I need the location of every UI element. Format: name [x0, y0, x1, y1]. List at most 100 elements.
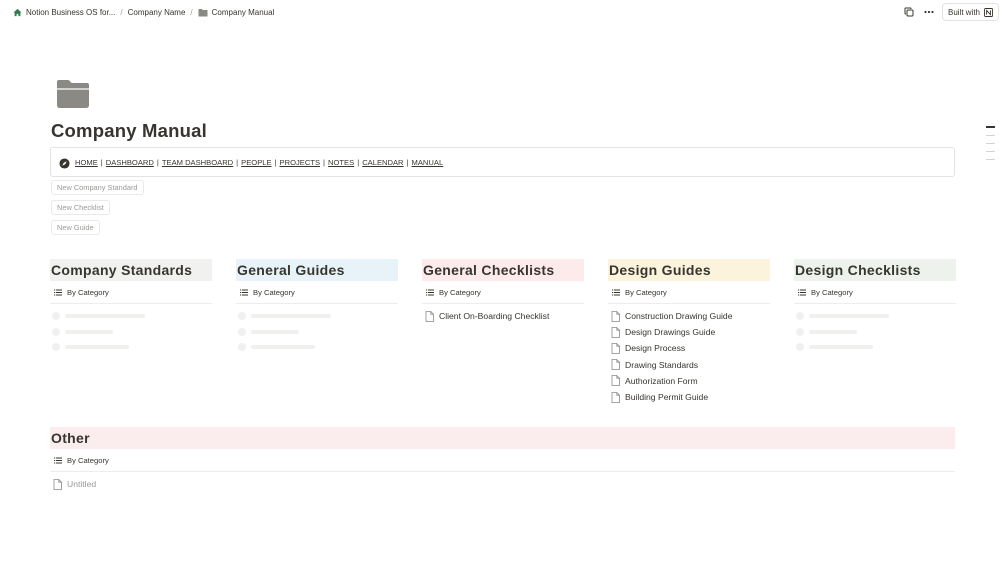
- placeholder-bar: [251, 329, 299, 334]
- nav-link-notes[interactable]: NOTES: [328, 158, 354, 167]
- built-with-notion-button[interactable]: Built with: [941, 3, 999, 21]
- database-company-standards: Company Standards By Category: [50, 259, 212, 355]
- loading-placeholder: [236, 324, 398, 340]
- document-icon: [611, 326, 620, 338]
- more-options-button[interactable]: [922, 5, 936, 19]
- nav-link-projects[interactable]: PROJECTS: [280, 158, 321, 167]
- placeholder-bar: [251, 345, 315, 350]
- view-tab-by-category[interactable]: By Category: [50, 282, 212, 304]
- database-title[interactable]: Design Guides: [608, 259, 770, 281]
- database-general-checklists: General Checklists By Category Client On-B…: [422, 259, 584, 324]
- list-item[interactable]: Building Permit Guide: [608, 389, 770, 405]
- list-view-icon: [798, 289, 806, 296]
- section-heading: Other: [50, 427, 955, 449]
- placeholder-dot: [238, 327, 246, 336]
- nav-separator: |: [357, 157, 360, 167]
- notion-logo-icon: [984, 7, 993, 17]
- list-item[interactable]: Untitled: [50, 476, 955, 492]
- breadcrumb-item-company-name[interactable]: Company Name: [125, 6, 189, 19]
- list-item[interactable]: Design Drawings Guide: [608, 324, 770, 340]
- view-tab-by-category[interactable]: By Category: [794, 282, 956, 304]
- top-bar: Notion Business OS for... / Company Name…: [0, 0, 1005, 24]
- toc-item[interactable]: [986, 134, 995, 136]
- list-item[interactable]: Client On-Boarding Checklist: [422, 308, 584, 324]
- list-view-icon: [54, 289, 62, 296]
- loading-placeholder: [794, 308, 956, 324]
- database-title[interactable]: Design Checklists: [794, 259, 956, 281]
- new-company-standard-button[interactable]: New Company Standard: [51, 180, 144, 195]
- folder-icon: [57, 80, 89, 108]
- more-horizontal-icon: [924, 10, 934, 14]
- breadcrumb: Notion Business OS for... / Company Name…: [0, 6, 277, 19]
- list-view-icon: [426, 289, 434, 296]
- view-tab-by-category[interactable]: By Category: [608, 282, 770, 304]
- list-item[interactable]: Construction Drawing Guide: [608, 308, 770, 324]
- table-of-contents: [986, 126, 996, 167]
- nav-link-home[interactable]: HOME: [75, 158, 98, 167]
- breadcrumb-item-company-manual[interactable]: Company Manual: [195, 6, 278, 19]
- list-view-icon: [54, 457, 62, 464]
- list-item[interactable]: Authorization Form: [608, 373, 770, 389]
- database-title[interactable]: General Guides: [236, 259, 398, 281]
- list-item-label: Untitled: [67, 479, 97, 490]
- placeholder-bar: [65, 313, 145, 318]
- toc-item[interactable]: [986, 158, 995, 160]
- placeholder-bar: [251, 313, 331, 318]
- nav-link-manual[interactable]: MANUAL: [412, 158, 444, 167]
- list-item[interactable]: Drawing Standards: [608, 357, 770, 373]
- view-tab-by-category[interactable]: By Category: [236, 282, 398, 304]
- nav-link-calendar[interactable]: CALENDAR: [362, 158, 403, 167]
- view-tab-by-category[interactable]: By Category: [422, 282, 584, 304]
- compass-icon: [59, 157, 70, 169]
- duplicate-button[interactable]: [902, 5, 916, 19]
- database-title[interactable]: General Checklists: [422, 259, 584, 281]
- placeholder-dot: [796, 327, 804, 336]
- nav-link-people[interactable]: PEOPLE: [241, 158, 271, 167]
- database-list: [50, 304, 212, 355]
- list-item-label: Design Process: [625, 343, 686, 354]
- built-with-label: Built with: [947, 7, 980, 17]
- view-tab-by-category[interactable]: By Category: [50, 450, 955, 472]
- document-icon: [611, 359, 620, 371]
- view-tab-label: By Category: [811, 288, 853, 297]
- view-tab-label: By Category: [253, 288, 295, 297]
- database-list: [794, 304, 956, 355]
- toc-item[interactable]: [986, 150, 995, 152]
- list-item-label: Client On-Boarding Checklist: [439, 311, 550, 322]
- placeholder-bar: [809, 345, 873, 350]
- database-design-checklists: Design Checklists By Category: [794, 259, 956, 355]
- database-general-guides: General Guides By Category: [236, 259, 398, 355]
- placeholder-dot: [796, 343, 804, 352]
- duplicate-icon: [904, 7, 914, 17]
- database-list: [236, 304, 398, 355]
- breadcrumb-label: Notion Business OS for...: [26, 7, 116, 17]
- loading-placeholder: [50, 340, 212, 356]
- placeholder-dot: [796, 311, 804, 320]
- new-checklist-button[interactable]: New Checklist: [51, 200, 110, 215]
- page-icon[interactable]: [55, 77, 91, 111]
- breadcrumb-label: Company Manual: [211, 7, 275, 17]
- list-item-label: Construction Drawing Guide: [625, 311, 733, 322]
- view-tab-label: By Category: [67, 288, 109, 297]
- document-icon: [611, 375, 620, 387]
- new-guide-button[interactable]: New Guide: [51, 220, 100, 235]
- nav-link-dashboard[interactable]: DASHBOARD: [106, 158, 154, 167]
- placeholder-bar: [65, 345, 129, 350]
- view-tab-label: By Category: [439, 288, 481, 297]
- folder-icon: [198, 8, 208, 16]
- nav-callout: HOME | DASHBOARD | TEAM DASHBOARD | PEOP…: [50, 147, 955, 177]
- view-tab-label: By Category: [67, 456, 109, 465]
- placeholder-dot: [52, 327, 60, 336]
- database-title[interactable]: Company Standards: [50, 259, 212, 281]
- placeholder-bar: [809, 329, 857, 334]
- placeholder-dot: [238, 311, 246, 320]
- loading-placeholder: [236, 340, 398, 356]
- list-item[interactable]: Design Process: [608, 340, 770, 356]
- document-icon: [611, 310, 620, 322]
- list-item-label: Design Drawings Guide: [625, 327, 716, 338]
- toc-item[interactable]: [986, 142, 995, 144]
- toc-item[interactable]: [986, 126, 995, 128]
- loading-placeholder: [50, 308, 212, 324]
- breadcrumb-item-home[interactable]: Notion Business OS for...: [10, 6, 118, 19]
- nav-link-team-dashboard[interactable]: TEAM DASHBOARD: [162, 158, 233, 167]
